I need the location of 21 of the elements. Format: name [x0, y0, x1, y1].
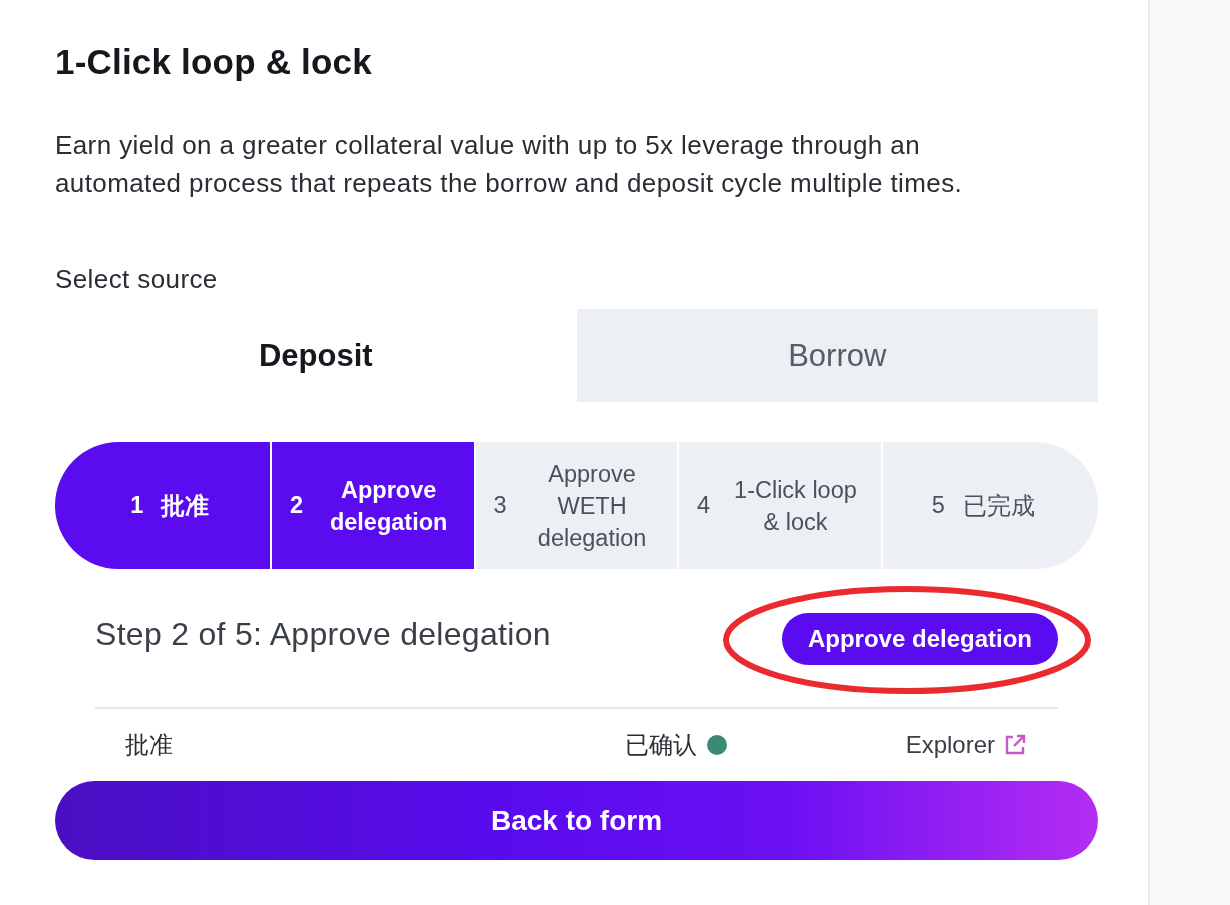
- transaction-name: 批准: [125, 730, 173, 760]
- step-label: 已完成: [962, 491, 1035, 521]
- step-label: Approve WETH delegation: [536, 459, 648, 553]
- description-text: Earn yield on a greater collateral value with up to 5x leverage through an automated process that repeats the borrow and deposit cycle multiple times.: [55, 129, 964, 200]
- explorer-link[interactable]: Explorer: [905, 731, 1027, 759]
- source-tab[interactable]: Borrow: [576, 309, 1098, 402]
- step-number: 1: [130, 492, 144, 519]
- source-label: Select source: [55, 264, 218, 294]
- step-number: 4: [696, 492, 710, 519]
- back-to-form-button[interactable]: Back to form: [55, 781, 1098, 860]
- approve-delegation-button[interactable]: Approve delegation: [781, 613, 1058, 665]
- step-label: 1-Click loop & lock: [733, 475, 858, 537]
- step-label: Approve delegation: [328, 475, 449, 537]
- step-number: 2: [290, 492, 304, 519]
- external-link-icon: [1003, 733, 1027, 757]
- panel-title: 1-Click loop & lock: [55, 42, 372, 82]
- step-number: 3: [493, 492, 507, 519]
- step-number: 5: [931, 492, 945, 519]
- transaction-status: 已确认: [625, 730, 697, 760]
- step-heading: Step 2 of 5: Approve delegation: [95, 615, 551, 653]
- step-label: 批准: [161, 491, 210, 521]
